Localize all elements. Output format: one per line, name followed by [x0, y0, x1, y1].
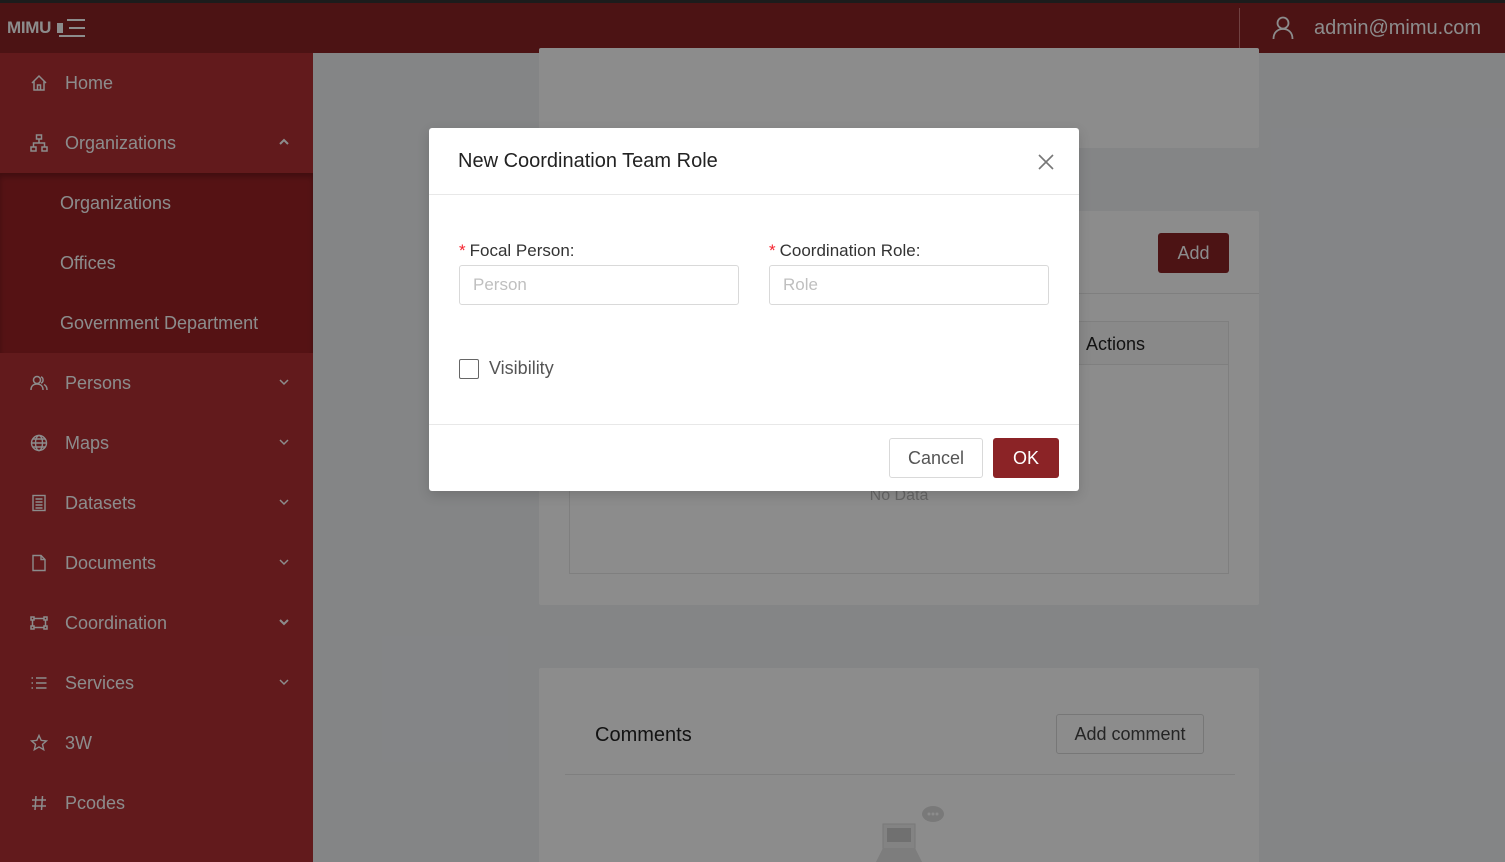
required-mark: *	[769, 241, 776, 260]
new-coordination-team-role-dialog: New Coordination Team Role * Focal Person…	[429, 128, 1079, 491]
modal-header: New Coordination Team Role	[429, 128, 1079, 195]
coordination-role-label-text: Coordination Role:	[779, 241, 921, 260]
coordination-role-input[interactable]	[769, 265, 1049, 305]
visibility-label: Visibility	[489, 358, 554, 378]
cancel-button[interactable]: Cancel	[889, 438, 983, 478]
modal-title: New Coordination Team Role	[458, 150, 718, 172]
visibility-checkbox[interactable]	[459, 358, 479, 379]
focal-person-field: * Focal Person:	[459, 241, 739, 305]
close-icon[interactable]	[1037, 153, 1055, 171]
ok-button[interactable]: OK	[993, 438, 1059, 478]
visibility-checkbox-row[interactable]: Visibility	[459, 358, 554, 379]
coordination-role-field: * Coordination Role:	[769, 241, 1049, 305]
focal-person-label: * Focal Person:	[459, 241, 739, 261]
required-mark: *	[459, 241, 466, 260]
focal-person-input[interactable]	[459, 265, 739, 305]
focal-person-label-text: Focal Person:	[469, 241, 575, 260]
coordination-role-label: * Coordination Role:	[769, 241, 1049, 261]
modal-footer: Cancel OK	[429, 424, 1079, 491]
